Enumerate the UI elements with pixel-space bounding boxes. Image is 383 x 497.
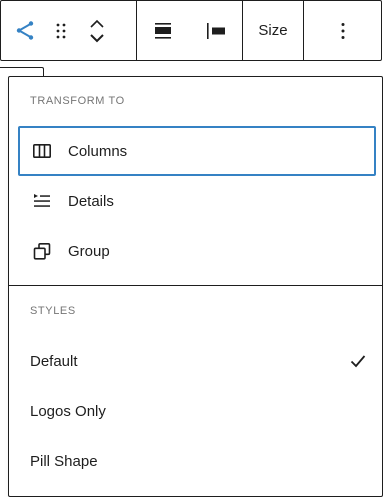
more-vertical-icon — [341, 22, 344, 39]
toolbar-group-block — [1, 1, 137, 60]
orientation-button[interactable] — [190, 1, 243, 60]
styles-section-title: STYLES — [30, 305, 76, 317]
style-item-label: Logos Only — [30, 402, 106, 420]
size-button[interactable]: Size — [258, 1, 287, 60]
transform-item-label: Group — [68, 242, 110, 260]
transform-section-title: TRANSFORM TO — [30, 95, 125, 107]
transform-details-item[interactable]: Details — [18, 176, 376, 226]
justify-center-icon — [155, 22, 172, 39]
justify-button[interactable] — [137, 1, 190, 60]
columns-icon — [30, 139, 54, 163]
drag-handle[interactable] — [49, 1, 73, 60]
style-default-item[interactable]: Default — [18, 336, 376, 386]
toolbar-group-size: Size — [243, 1, 304, 60]
style-item-label: Default — [30, 352, 78, 370]
transform-item-label: Details — [68, 192, 114, 210]
more-options-button[interactable] — [331, 1, 355, 60]
transform-group-item[interactable]: Group — [18, 226, 376, 276]
align-left-icon — [206, 22, 225, 39]
chevron-up-icon[interactable] — [88, 19, 106, 29]
block-mover — [73, 1, 121, 60]
toolbar-group-options — [304, 1, 381, 60]
details-icon — [30, 189, 54, 213]
share-icon — [16, 20, 34, 40]
section-divider — [9, 285, 382, 286]
style-logos-only-item[interactable]: Logos Only — [18, 386, 376, 436]
chevron-down-icon[interactable] — [88, 33, 106, 43]
block-switcher-dropdown: TRANSFORM TO Columns Details Group STYLE… — [8, 76, 383, 497]
drag-icon — [56, 23, 66, 38]
toolbar-group-alignment — [137, 1, 243, 60]
group-icon — [30, 239, 54, 263]
style-pill-shape-item[interactable]: Pill Shape — [18, 436, 376, 486]
style-item-label: Pill Shape — [30, 452, 98, 470]
share-block-button[interactable] — [1, 1, 49, 60]
size-label: Size — [258, 22, 288, 39]
checkmark-icon — [350, 355, 366, 368]
transform-item-label: Columns — [68, 142, 128, 160]
transform-columns-item[interactable]: Columns — [18, 126, 376, 176]
block-toolbar: Size — [0, 0, 382, 61]
